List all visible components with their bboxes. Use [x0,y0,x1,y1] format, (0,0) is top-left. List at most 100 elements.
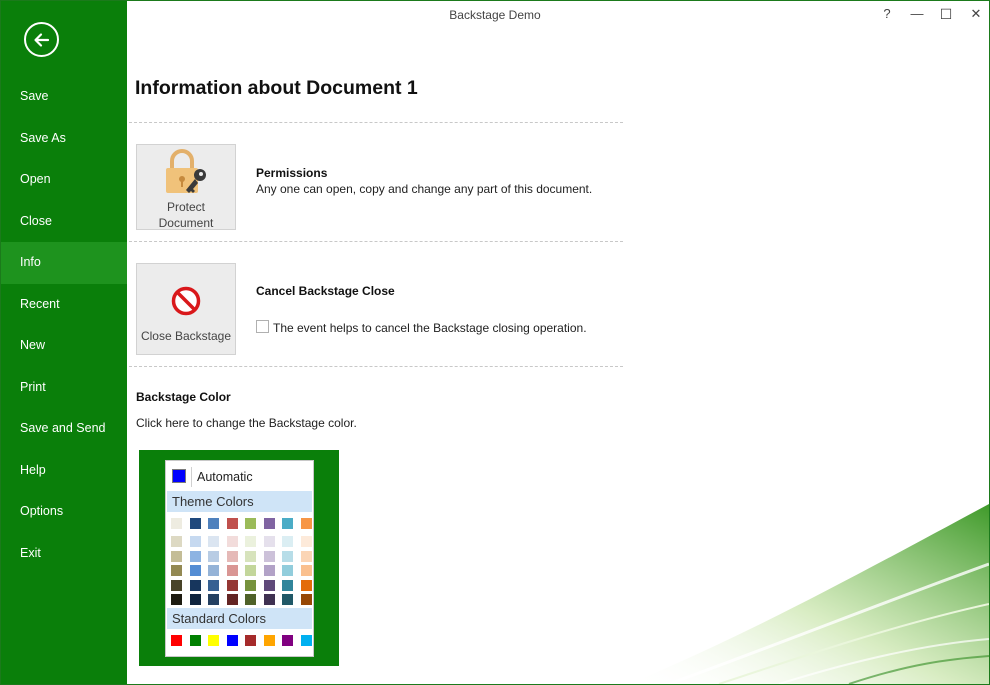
automatic-separator [191,467,192,487]
theme-shade-swatch[interactable] [263,565,275,576]
minimize-button[interactable]: — [903,4,931,26]
close-backstage-button[interactable]: Close Backstage [136,263,236,355]
theme-shade-swatch[interactable] [245,565,256,576]
color-palette: Automatic Theme Colors Standard Colors [165,460,314,657]
theme-shade-swatch[interactable] [245,550,256,562]
theme-color-swatch[interactable] [300,518,312,529]
theme-shade-swatch[interactable] [208,594,219,605]
theme-color-swatch[interactable] [263,518,275,529]
window-title: Backstage Demo [449,8,541,22]
title-bar: Backstage Demo ? — ☐ ✕ [127,1,989,31]
nav-item-save[interactable]: Save [1,76,127,118]
standard-color-swatch[interactable] [226,635,238,646]
nav-item-save-and-send[interactable]: Save and Send [1,408,127,450]
theme-shade-swatch[interactable] [263,579,275,591]
theme-shade-swatch[interactable] [189,579,201,591]
cancel-close-title: Cancel Backstage Close [256,284,395,298]
standard-color-swatch[interactable] [282,635,293,646]
theme-shade-swatch[interactable] [189,565,201,576]
standard-color-swatch[interactable] [171,635,182,646]
close-button[interactable]: ✕ [962,4,989,26]
theme-shade-swatch[interactable] [300,579,312,591]
cancel-close-checkbox-label[interactable]: The event helps to cancel the Backstage … [273,321,587,335]
theme-shade-swatch[interactable] [282,550,293,562]
theme-shade-swatch[interactable] [300,550,312,562]
standard-color-swatch[interactable] [300,635,312,646]
theme-shade-swatch[interactable] [208,579,219,591]
theme-color-swatch[interactable] [171,518,182,529]
protect-label-line2: Document [158,216,214,230]
theme-shade-swatch[interactable] [226,579,238,591]
section-divider [129,241,623,242]
backstage-sidebar: Save Save As Open Close Info Recent New … [1,1,127,684]
theme-shade-swatch[interactable] [189,594,201,605]
theme-shade-swatch[interactable] [282,536,293,547]
theme-shade-swatch[interactable] [300,565,312,576]
backstage-color-text: Click here to change the Backstage color… [136,416,357,430]
theme-shade-swatch[interactable] [171,550,182,562]
standard-colors-header: Standard Colors [167,608,312,629]
nav-item-help[interactable]: Help [1,450,127,492]
theme-shade-swatch[interactable] [282,579,293,591]
theme-shade-swatch[interactable] [226,594,238,605]
theme-shade-swatch[interactable] [226,550,238,562]
theme-colors-header: Theme Colors [167,491,312,512]
close-backstage-label: Close Backstage [140,329,232,343]
theme-shade-swatch[interactable] [282,565,293,576]
nav-item-new[interactable]: New [1,325,127,367]
theme-shade-swatch[interactable] [245,536,256,547]
back-arrow-icon [34,33,50,47]
no-entry-icon [171,286,201,316]
theme-shade-swatch[interactable] [189,550,201,562]
back-button[interactable] [24,22,59,57]
nav-item-options[interactable]: Options [1,491,127,533]
theme-shade-swatch[interactable] [300,536,312,547]
theme-shade-swatch[interactable] [208,536,219,547]
theme-color-swatch[interactable] [245,518,256,529]
lock-key-icon [166,149,206,193]
backstage-window: Save Save As Open Close Info Recent New … [0,0,990,685]
theme-shade-swatch[interactable] [245,579,256,591]
standard-color-swatch[interactable] [263,635,275,646]
nav-item-save-as[interactable]: Save As [1,118,127,160]
theme-color-swatch[interactable] [189,518,201,529]
nav-item-exit[interactable]: Exit [1,533,127,575]
cancel-close-checkbox[interactable] [256,320,269,333]
automatic-label: Automatic [197,470,253,484]
theme-shade-swatch[interactable] [208,565,219,576]
standard-color-swatch[interactable] [245,635,256,646]
theme-color-swatch[interactable] [226,518,238,529]
theme-shade-swatch[interactable] [282,594,293,605]
protect-document-button[interactable]: Protect Document [136,144,236,230]
decorative-swirl [629,504,989,684]
theme-shade-swatch[interactable] [208,550,219,562]
theme-shade-swatch[interactable] [171,579,182,591]
standard-color-swatch[interactable] [189,635,201,646]
theme-color-swatch[interactable] [282,518,293,529]
theme-shade-swatch[interactable] [226,565,238,576]
nav-item-recent[interactable]: Recent [1,284,127,326]
nav-item-print[interactable]: Print [1,367,127,409]
theme-shade-swatch[interactable] [226,536,238,547]
backstage-nav: Save Save As Open Close Info Recent New … [1,76,127,574]
maximize-button[interactable]: ☐ [932,4,960,26]
theme-color-swatch[interactable] [208,518,219,529]
nav-item-info[interactable]: Info [1,242,127,284]
nav-item-close[interactable]: Close [1,201,127,243]
theme-shade-swatch[interactable] [245,594,256,605]
automatic-color-option[interactable]: Automatic [168,465,310,489]
nav-item-open[interactable]: Open [1,159,127,201]
section-divider [129,366,623,367]
theme-shade-swatch[interactable] [263,536,275,547]
theme-shade-swatch[interactable] [189,536,201,547]
theme-shade-swatch[interactable] [300,594,312,605]
help-button[interactable]: ? [873,4,901,26]
page-title: Information about Document 1 [135,77,418,99]
theme-shade-swatch[interactable] [263,594,275,605]
standard-color-swatch[interactable] [208,635,219,646]
theme-shade-swatch[interactable] [171,594,182,605]
theme-shade-swatch[interactable] [171,536,182,547]
theme-shade-swatch[interactable] [171,565,182,576]
theme-shade-swatch[interactable] [263,550,275,562]
protect-label-line1: Protect [166,200,205,214]
